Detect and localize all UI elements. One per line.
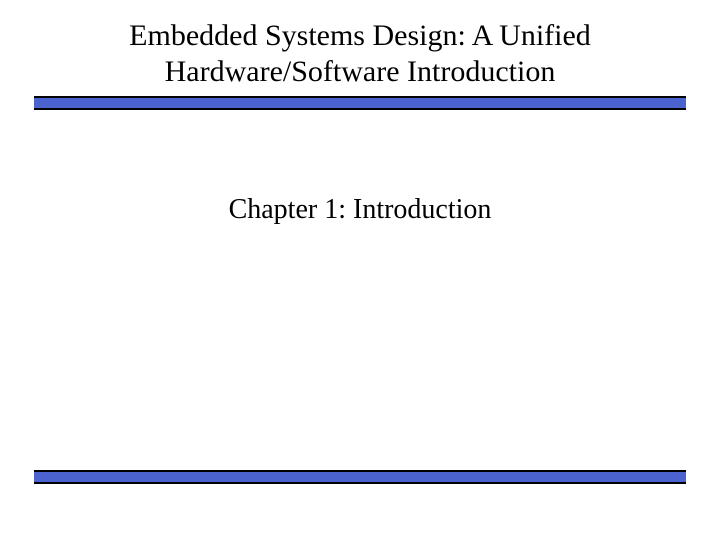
slide-title: Embedded Systems Design: A Unified Hardw… <box>0 0 720 90</box>
divider-top <box>34 96 686 110</box>
divider-bottom <box>34 470 686 484</box>
slide-subtitle: Chapter 1: Introduction <box>0 194 720 226</box>
slide: Embedded Systems Design: A Unified Hardw… <box>0 0 720 540</box>
